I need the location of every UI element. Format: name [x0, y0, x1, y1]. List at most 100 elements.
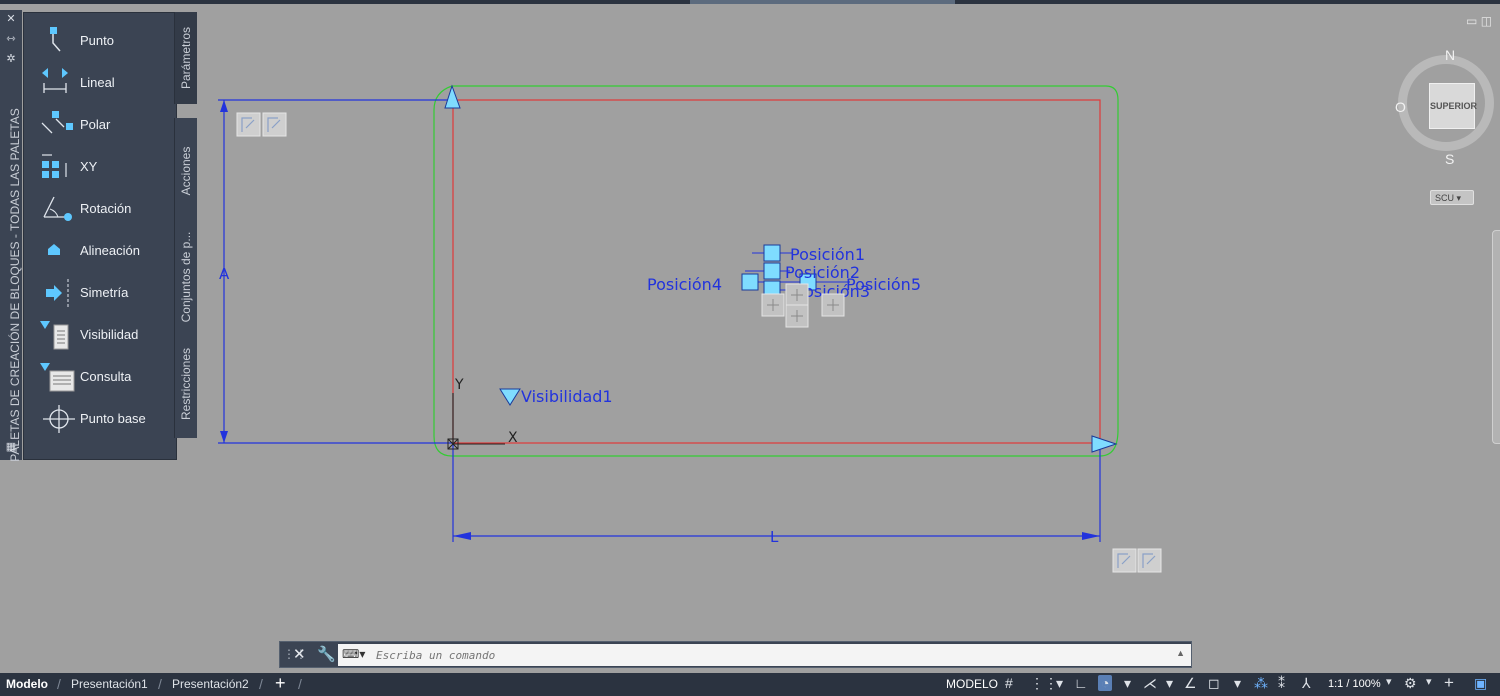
- chevron-up-icon[interactable]: ▲: [1176, 648, 1185, 658]
- tool-rotacion[interactable]: Rotación: [38, 193, 178, 225]
- dim-a-label: A: [219, 265, 230, 283]
- visibility-grip: [499, 388, 521, 406]
- dim-a-lines: [218, 99, 453, 444]
- snap-icon[interactable]: ⋮⋮: [1030, 675, 1058, 692]
- command-line: ⋮⋮ ✕ 🔧 ⌨▾ ▲: [279, 641, 1192, 668]
- chevron-down-icon[interactable]: ▾: [1386, 675, 1392, 688]
- position2-label: Posición2: [785, 263, 860, 282]
- tool-label: Simetría: [80, 285, 129, 300]
- tool-label: Punto: [80, 33, 114, 48]
- compass-west[interactable]: O: [1395, 99, 1406, 115]
- gear-icon[interactable]: ✲: [0, 52, 22, 66]
- annotation-visibility-icon[interactable]: ⁂: [1254, 675, 1268, 692]
- title-strip-highlight: [690, 0, 955, 4]
- grip-top-arrow: [444, 84, 461, 109]
- position1-grip: [763, 244, 781, 262]
- position5-grip: [799, 273, 817, 291]
- restore-icon[interactable]: ◫: [1481, 14, 1492, 28]
- tool-alineacion[interactable]: Alineación: [38, 235, 178, 267]
- grid-icon[interactable]: #: [1005, 675, 1013, 691]
- tool-lineal[interactable]: Lineal: [38, 67, 178, 99]
- polar-parameter-icon: [41, 111, 73, 134]
- viewcube-face[interactable]: SUPERIOR: [1429, 83, 1477, 129]
- navigation-bar-handle[interactable]: [1492, 230, 1500, 444]
- dim-l-arrow-left: [453, 532, 471, 540]
- tab-presentacion2[interactable]: Presentación2: [172, 677, 249, 691]
- annotation-scale-icon[interactable]: ⅄: [1302, 675, 1311, 692]
- tool-visibilidad[interactable]: Visibilidad: [38, 319, 178, 351]
- command-input[interactable]: [374, 646, 1158, 665]
- tool-label: Punto base: [80, 411, 146, 426]
- point-parameter-icon: [50, 27, 61, 52]
- stretch-action-glyphs: [241, 117, 1156, 568]
- chevron-down-icon: ▾: [1456, 193, 1462, 203]
- dim-l-lines: [452, 443, 1101, 542]
- window-controls[interactable]: ▭ ◫: [1466, 14, 1492, 28]
- tool-punto[interactable]: Punto: [38, 25, 178, 57]
- close-icon[interactable]: ✕: [293, 645, 306, 663]
- status-bar: Modelo / Presentación1 / Presentación2 /…: [0, 673, 1500, 696]
- base-point-icon: [43, 405, 75, 433]
- rotation-parameter-icon: [43, 196, 72, 221]
- tab-presentacion1[interactable]: Presentación1: [71, 677, 148, 691]
- ucs-dropdown[interactable]: SCU ▾: [1430, 190, 1474, 205]
- tab-acciones[interactable]: Acciones: [174, 118, 197, 224]
- chevron-down-icon[interactable]: ▾: [1234, 675, 1241, 692]
- command-box: ⌨▾ ▲: [338, 644, 1191, 666]
- drawing-canvas[interactable]: A L Y X Visibilidad1 Posición1 Posición2…: [0, 0, 1500, 696]
- palette-edge: ✕ ⇿ ✲ PALETAS DE CREACIÓN DE BLOQUES - T…: [0, 10, 22, 462]
- annotation-scale-dropdown[interactable]: 1:1 / 100%: [1328, 678, 1381, 690]
- tool-consulta[interactable]: Consulta: [38, 361, 178, 393]
- grip-right-arrow: [1091, 435, 1118, 453]
- tool-label: Lineal: [80, 75, 115, 90]
- polar-tracking-icon[interactable]: ◔: [1098, 675, 1113, 691]
- isodraft-icon[interactable]: ⋌: [1143, 675, 1157, 692]
- move-action-icons: [761, 283, 845, 328]
- position5-label: Posición5: [846, 275, 921, 294]
- tab-conjuntos[interactable]: Conjuntos de p...: [174, 224, 197, 330]
- ucs-origin-cross: [447, 438, 459, 450]
- ortho-icon[interactable]: ∟: [1074, 675, 1088, 691]
- palette-tabs: Parámetros Acciones Conjuntos de p... Re…: [174, 12, 197, 438]
- add-layout-button[interactable]: +: [275, 673, 286, 694]
- tool-polar[interactable]: Polar: [38, 109, 178, 141]
- wrench-icon[interactable]: 🔧: [317, 645, 336, 663]
- add-icon[interactable]: +: [1444, 673, 1454, 693]
- linear-parameter-icon: [42, 68, 68, 93]
- tab-restricciones[interactable]: Restricciones: [174, 330, 197, 438]
- dim-a-arrow-top: [220, 100, 228, 112]
- compass-north[interactable]: N: [1445, 47, 1455, 63]
- customization-icon[interactable]: ▣: [1474, 675, 1487, 692]
- tab-modelo[interactable]: Modelo: [6, 677, 48, 691]
- palette-properties-icon[interactable]: ▦: [0, 440, 22, 454]
- chevron-down-icon[interactable]: ▾: [1166, 675, 1173, 692]
- gear-icon[interactable]: ⚙: [1404, 675, 1417, 692]
- chevron-down-icon[interactable]: ▾: [1426, 675, 1432, 688]
- model-space-button[interactable]: MODELO: [946, 677, 998, 691]
- command-prompt-icon[interactable]: ⌨▾: [342, 647, 365, 661]
- tab-parametros[interactable]: Parámetros: [174, 12, 197, 104]
- ucs-origin: [447, 438, 459, 450]
- dim-l-arrow-right: [1082, 532, 1100, 540]
- object-snap-tracking-icon[interactable]: ∠: [1184, 675, 1197, 692]
- palette-body: Punto Lineal Polar XY Rotación Alineació…: [23, 12, 177, 460]
- tool-label: Rotación: [80, 201, 132, 216]
- tool-xy[interactable]: XY: [38, 151, 178, 183]
- object-snap-icon[interactable]: ◻: [1208, 675, 1220, 692]
- annotation-autoscale-icon[interactable]: ⁑: [1278, 675, 1285, 692]
- ucs-label: SCU: [1435, 193, 1455, 203]
- position1-label: Posición1: [790, 245, 865, 264]
- autohide-icon[interactable]: ⇿: [0, 32, 22, 46]
- tool-label: Consulta: [80, 369, 132, 384]
- visibility-label: Visibilidad1: [521, 387, 613, 406]
- minimize-icon[interactable]: ▭: [1466, 14, 1477, 28]
- compass-south[interactable]: S: [1445, 151, 1454, 167]
- tab-separator: /: [259, 676, 263, 692]
- alignment-parameter-icon: [48, 244, 60, 255]
- tool-punto-base[interactable]: Punto base: [38, 403, 178, 435]
- close-icon[interactable]: ✕: [0, 12, 22, 26]
- chevron-down-icon[interactable]: ▾: [1056, 675, 1063, 692]
- tool-simetria[interactable]: Simetría: [38, 277, 178, 309]
- tab-separator: /: [158, 676, 162, 692]
- chevron-down-icon[interactable]: ▾: [1124, 675, 1131, 692]
